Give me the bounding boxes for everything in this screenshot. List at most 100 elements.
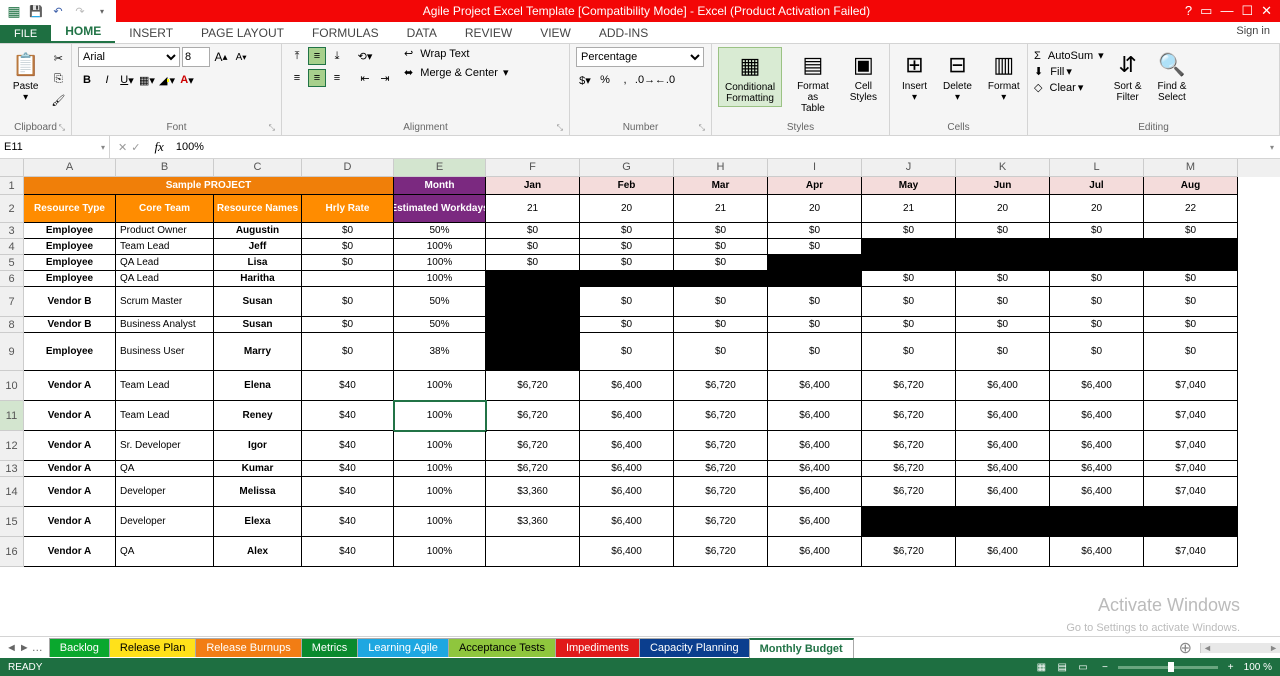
cell[interactable] bbox=[956, 507, 1050, 537]
cell[interactable]: Developer bbox=[116, 477, 214, 507]
font-color-button[interactable]: A▾ bbox=[178, 71, 196, 89]
row-header[interactable]: 9 bbox=[0, 333, 24, 371]
cell[interactable]: $6,720 bbox=[674, 401, 768, 431]
row-header[interactable]: 2 bbox=[0, 195, 24, 223]
cell[interactable]: $0 bbox=[1050, 287, 1144, 317]
cell[interactable]: $6,720 bbox=[862, 371, 956, 401]
close-icon[interactable]: ✕ bbox=[1261, 3, 1272, 19]
cell[interactable]: Sr. Developer bbox=[116, 431, 214, 461]
cell[interactable]: Melissa bbox=[214, 477, 302, 507]
cell[interactable]: $7,040 bbox=[1144, 371, 1238, 401]
undo-icon[interactable]: ↶ bbox=[48, 1, 68, 21]
conditional-formatting-button[interactable]: ▦Conditional Formatting bbox=[718, 47, 782, 107]
cell[interactable]: $40 bbox=[302, 431, 394, 461]
cell[interactable]: $0 bbox=[768, 333, 862, 371]
grow-font-icon[interactable]: A▴ bbox=[212, 48, 230, 66]
cell[interactable]: $0 bbox=[302, 239, 394, 255]
cell[interactable]: Jeff bbox=[214, 239, 302, 255]
cell[interactable]: 100% bbox=[394, 255, 486, 271]
tab-nav-next-icon[interactable]: ► bbox=[19, 642, 30, 654]
cell[interactable]: $0 bbox=[580, 223, 674, 239]
align-left-icon[interactable]: ≡ bbox=[288, 69, 306, 87]
formula-expand-icon[interactable]: ▾ bbox=[1264, 143, 1280, 152]
col-header-F[interactable]: F bbox=[486, 159, 580, 177]
cell[interactable]: $6,400 bbox=[956, 477, 1050, 507]
tab-file[interactable]: FILE bbox=[0, 25, 51, 43]
cell[interactable]: $0 bbox=[674, 317, 768, 333]
shrink-font-icon[interactable]: A▾ bbox=[232, 48, 250, 66]
row-header[interactable]: 5 bbox=[0, 255, 24, 271]
sheet-tab[interactable]: Impediments bbox=[555, 638, 640, 657]
cell[interactable]: 21 bbox=[486, 195, 580, 223]
cell[interactable]: $6,400 bbox=[768, 461, 862, 477]
cell[interactable]: $0 bbox=[302, 223, 394, 239]
cell[interactable]: $0 bbox=[580, 333, 674, 371]
zoom-out-icon[interactable]: − bbox=[1102, 662, 1108, 673]
sheet-tab[interactable]: Release Burnups bbox=[195, 638, 301, 657]
cell[interactable]: Estimated Workdays bbox=[394, 195, 486, 223]
ribbon-options-icon[interactable]: ▭ bbox=[1200, 3, 1212, 19]
cell[interactable]: 21 bbox=[674, 195, 768, 223]
cell[interactable]: $6,720 bbox=[486, 371, 580, 401]
cell[interactable]: $0 bbox=[1050, 223, 1144, 239]
cell[interactable]: $0 bbox=[862, 271, 956, 287]
cell[interactable]: $6,400 bbox=[768, 431, 862, 461]
cell[interactable]: $6,720 bbox=[674, 477, 768, 507]
row-header[interactable]: 15 bbox=[0, 507, 24, 537]
copy-icon[interactable]: ⎘ bbox=[49, 70, 67, 88]
cell[interactable]: $0 bbox=[1144, 333, 1238, 371]
number-launcher-icon[interactable]: ⤡ bbox=[699, 123, 705, 133]
cell[interactable]: Susan bbox=[214, 317, 302, 333]
scroll-right-icon[interactable]: ► bbox=[1269, 643, 1278, 653]
cell[interactable]: Resource Names bbox=[214, 195, 302, 223]
format-as-table-button[interactable]: ▤Format as Table bbox=[786, 47, 840, 116]
cell[interactable]: Vendor A bbox=[24, 477, 116, 507]
cell[interactable] bbox=[1050, 507, 1144, 537]
row-header[interactable]: 14 bbox=[0, 477, 24, 507]
col-header-I[interactable]: I bbox=[768, 159, 862, 177]
align-bottom-icon[interactable]: ⤓ bbox=[328, 47, 346, 65]
cell[interactable]: $6,400 bbox=[768, 401, 862, 431]
cell[interactable]: $6,720 bbox=[862, 477, 956, 507]
cell[interactable] bbox=[1144, 239, 1238, 255]
increase-indent-icon[interactable]: ⇥ bbox=[376, 69, 394, 87]
cell[interactable]: 20 bbox=[768, 195, 862, 223]
cell[interactable]: $6,400 bbox=[580, 461, 674, 477]
cell[interactable]: 20 bbox=[956, 195, 1050, 223]
cell[interactable]: QA bbox=[116, 537, 214, 567]
cell[interactable]: $40 bbox=[302, 537, 394, 567]
cell[interactable]: $0 bbox=[674, 239, 768, 255]
cell[interactable]: 100% bbox=[394, 371, 486, 401]
help-icon[interactable]: ? bbox=[1185, 3, 1192, 19]
cell[interactable]: $0 bbox=[1144, 223, 1238, 239]
cell[interactable]: $0 bbox=[302, 317, 394, 333]
font-size-combo[interactable] bbox=[182, 47, 210, 67]
cell[interactable]: $6,720 bbox=[862, 401, 956, 431]
cell[interactable]: Elexa bbox=[214, 507, 302, 537]
tab-nav-more-icon[interactable]: … bbox=[32, 642, 43, 654]
normal-view-icon[interactable]: ▦ bbox=[1032, 662, 1050, 673]
cell[interactable]: $0 bbox=[674, 333, 768, 371]
cell[interactable] bbox=[674, 271, 768, 287]
cell[interactable]: Scrum Master bbox=[116, 287, 214, 317]
enter-formula-icon[interactable]: ✓ bbox=[131, 141, 140, 154]
cell[interactable]: $6,720 bbox=[674, 431, 768, 461]
cell[interactable]: $3,360 bbox=[486, 507, 580, 537]
maximize-icon[interactable]: ☐ bbox=[1241, 3, 1253, 19]
align-middle-icon[interactable]: ≡ bbox=[308, 47, 326, 65]
cell[interactable]: $6,720 bbox=[862, 461, 956, 477]
cell[interactable]: $0 bbox=[768, 223, 862, 239]
cell[interactable]: $7,040 bbox=[1144, 461, 1238, 477]
cell[interactable]: Employee bbox=[24, 271, 116, 287]
find-select-button[interactable]: 🔍Find & Select bbox=[1152, 47, 1193, 105]
cell[interactable]: $7,040 bbox=[1144, 401, 1238, 431]
tab-review[interactable]: REVIEW bbox=[451, 23, 526, 43]
cell[interactable]: $0 bbox=[580, 239, 674, 255]
cell[interactable]: $6,400 bbox=[580, 537, 674, 567]
tab-page-layout[interactable]: PAGE LAYOUT bbox=[187, 23, 298, 43]
cell[interactable]: Mar bbox=[674, 177, 768, 195]
align-right-icon[interactable]: ≡ bbox=[328, 69, 346, 87]
align-center-icon[interactable]: ≡ bbox=[308, 69, 326, 87]
cell[interactable]: $6,400 bbox=[956, 461, 1050, 477]
page-layout-view-icon[interactable]: ▤ bbox=[1053, 662, 1071, 673]
